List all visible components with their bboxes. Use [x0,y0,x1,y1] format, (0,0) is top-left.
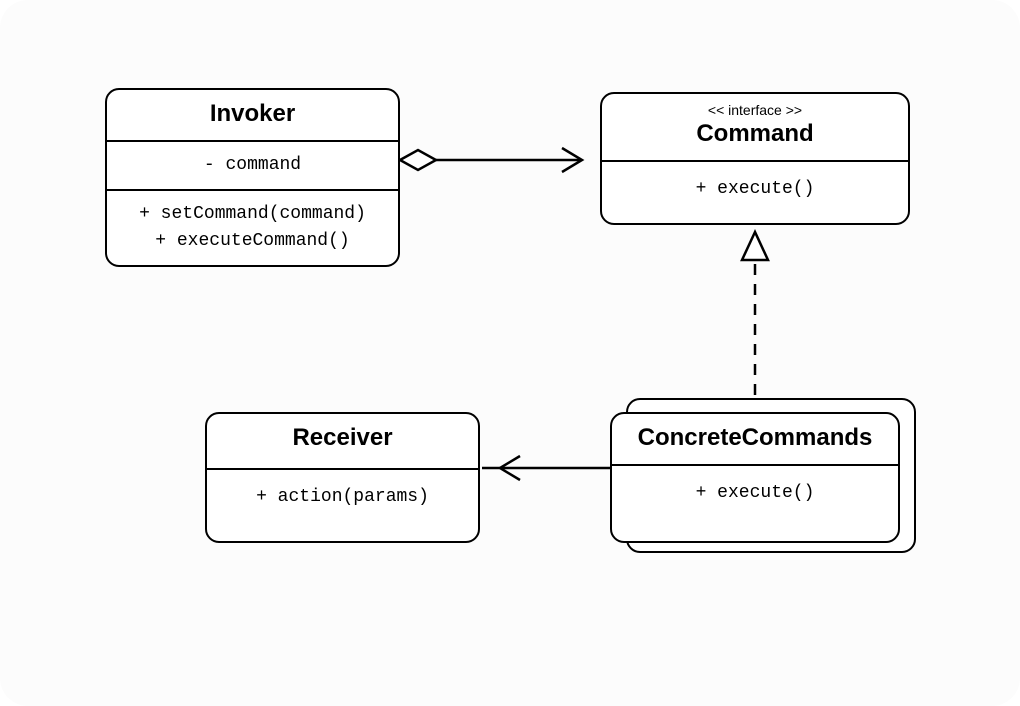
rel-concrete-receiver [482,456,610,480]
class-invoker-attrs: - command [107,140,398,189]
class-concrete-title: ConcreteCommands [612,414,898,464]
class-invoker-title: Invoker [107,90,398,140]
op-line: + action(params) [215,484,470,511]
class-command-title: Command [602,118,908,160]
op-line: + execute() [620,480,890,507]
uml-diagram-canvas: Invoker - command + setCommand(command) … [0,0,1020,706]
class-receiver-ops: + action(params) [207,468,478,541]
op-line: + setCommand(command) [115,201,390,228]
class-concrete-ops: + execute() [612,464,898,541]
class-invoker-ops: + setCommand(command) + executeCommand() [107,189,398,265]
class-command: << interface >> Command + execute() [600,92,910,225]
class-command-stereotype: << interface >> [602,94,908,118]
attr-line: - command [115,152,390,179]
class-receiver: Receiver + action(params) [205,412,480,543]
rel-concrete-command [742,232,768,395]
class-concrete: ConcreteCommands + execute() [610,412,900,543]
class-invoker: Invoker - command + setCommand(command) … [105,88,400,267]
op-line: + execute() [610,176,900,203]
class-command-ops: + execute() [602,160,908,223]
op-line: + executeCommand() [115,228,390,255]
class-receiver-title: Receiver [207,414,478,468]
rel-invoker-command [400,148,582,172]
